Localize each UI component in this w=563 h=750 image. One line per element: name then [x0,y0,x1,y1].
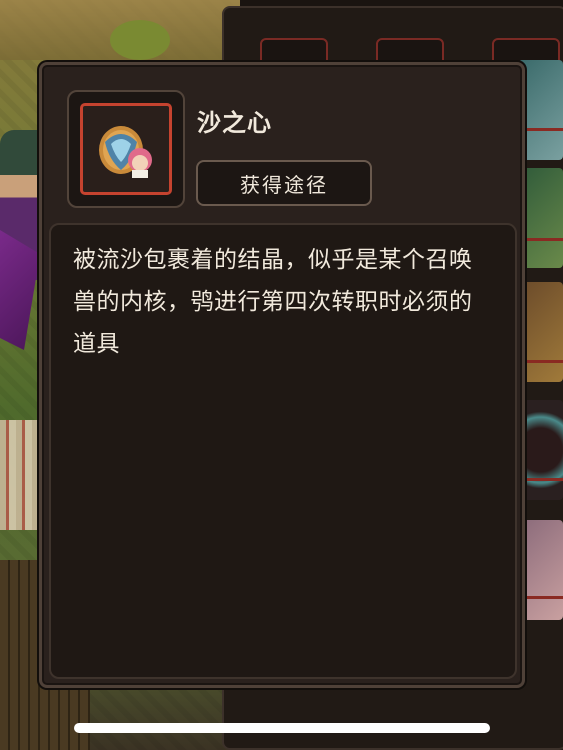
item-description-box: 被流沙包裹着的结晶，似乎是某个召唤兽的内核，鸮进行第四次转职时必须的道具 [49,223,517,679]
item-icon-border [80,103,172,195]
home-indicator-bar[interactable] [74,723,490,733]
bush [110,20,170,60]
item-name: 沙之心 [197,109,272,137]
item-description: 被流沙包裹着的结晶，似乎是某个召唤兽的内核，鸮进行第四次转职时必须的道具 [73,247,473,357]
acquisition-source-button[interactable]: 获得途径 [196,160,372,206]
item-detail-popup: 沙之心 获得途径 被流沙包裹着的结晶，似乎是某个召唤兽的内核，鸮进行第四次转职时… [39,62,525,688]
sand-heart-crystal-icon [99,126,152,178]
item-icon-frame [67,90,185,208]
